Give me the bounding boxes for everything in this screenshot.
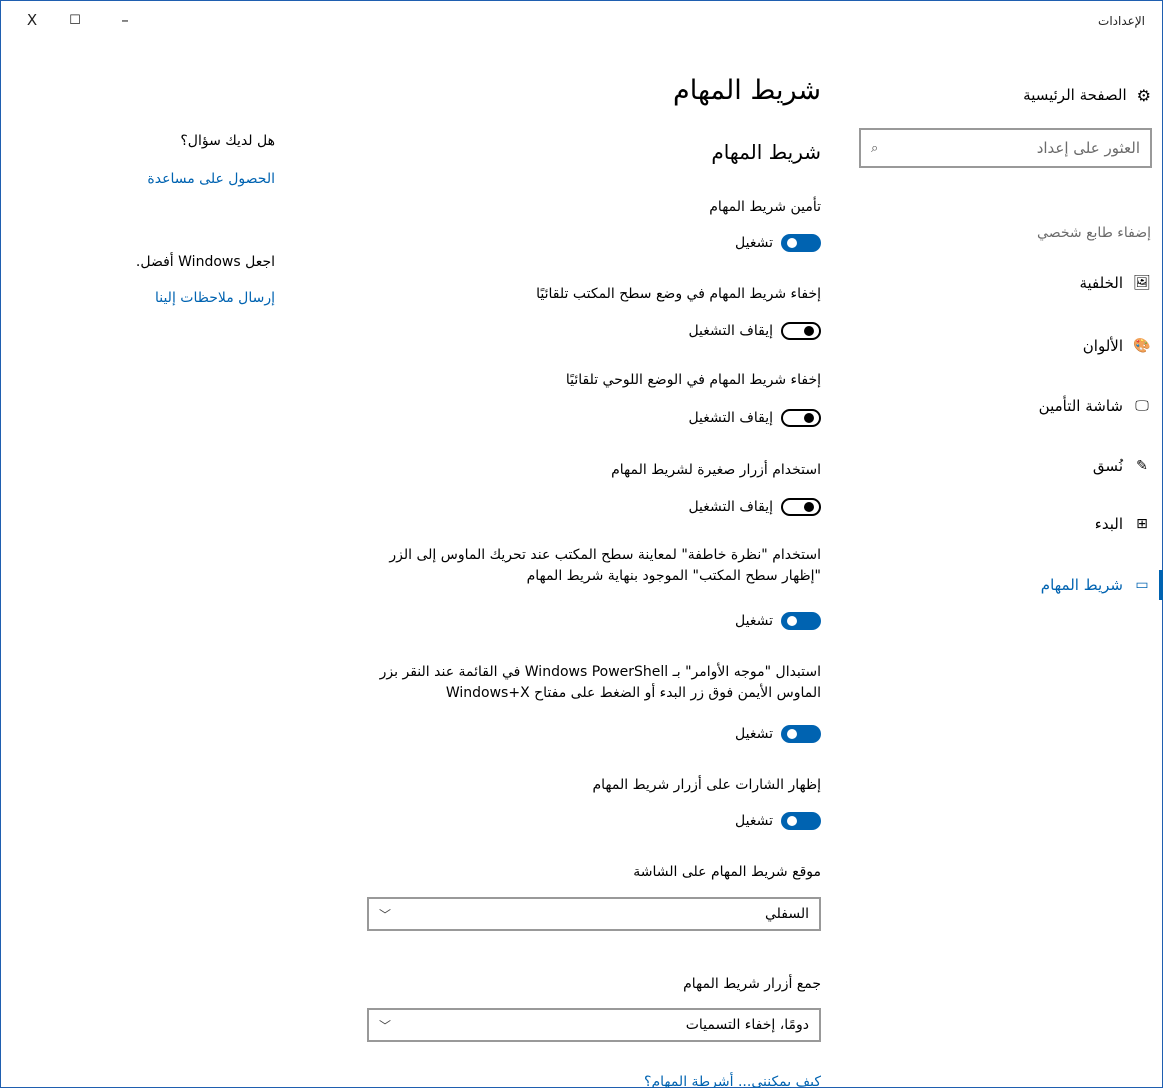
- toggle-knob: [804, 502, 814, 512]
- sidebar-item-label: الألوان: [1082, 337, 1123, 355]
- help-question: هل لديك سؤال؟: [180, 133, 275, 149]
- setting-row-powershell: تشغيل: [735, 723, 821, 745]
- toggle-state: إيقاف التشغيل: [688, 499, 773, 515]
- setting-label-badges: إظهار الشارات على أزرار شريط المهام: [592, 777, 822, 793]
- sidebar-item-lock-screen[interactable]: 🖵 شاشة التأمين: [1039, 393, 1151, 419]
- toggle-autohide-tablet[interactable]: [781, 409, 821, 427]
- toggle-knob: [804, 326, 814, 336]
- sidebar-item-taskbar[interactable]: ▭ شريط المهام: [1041, 572, 1151, 598]
- setting-row-peek: تشغيل: [735, 610, 821, 632]
- toggle-state: إيقاف التشغيل: [688, 323, 773, 339]
- toggle-lock-taskbar[interactable]: [781, 234, 821, 252]
- taskbar-location-label: موقع شريط المهام على الشاشة: [633, 864, 821, 880]
- toggle-state: تشغيل: [735, 726, 773, 742]
- setting-label-peek: استخدام "نظرة خاطفة" لمعاينة سطح المكتب …: [389, 547, 821, 584]
- sidebar-item-themes[interactable]: ✎ نُسق: [1093, 453, 1151, 479]
- window-title: الإعدادات: [1098, 14, 1145, 28]
- sidebar-item-label: شريط المهام: [1040, 576, 1123, 594]
- themes-icon: ✎: [1136, 458, 1148, 474]
- sidebar-home-label: الصفحة الرئيسية: [1023, 86, 1127, 104]
- toggle-state: تشغيل: [735, 235, 773, 251]
- setting-row-badges: تشغيل: [735, 810, 821, 832]
- taskbar-icon: ▭: [1135, 577, 1149, 593]
- toggle-state: إيقاف التشغيل: [688, 410, 773, 426]
- combine-buttons-select[interactable]: ﹀ دومًا، إخفاء التسميات: [367, 1008, 821, 1042]
- toggle-badges[interactable]: [781, 812, 821, 830]
- setting-row-small-buttons: إيقاف التشغيل: [688, 496, 821, 518]
- sidebar-item-label: شاشة التأمين: [1038, 397, 1123, 415]
- toggle-small-buttons[interactable]: [781, 498, 821, 516]
- toggle-peek[interactable]: [781, 612, 821, 630]
- toggle-powershell[interactable]: [781, 725, 821, 743]
- toggle-state: تشغيل: [735, 813, 773, 829]
- sidebar-section-heading: إضفاء طابع شخصي: [1037, 225, 1151, 241]
- image-icon: 🖼: [1133, 275, 1151, 291]
- setting-row-autohide-tablet: إيقاف التشغيل: [688, 407, 821, 429]
- palette-icon: 🎨: [1133, 338, 1151, 354]
- gear-icon: ⚙: [1136, 85, 1151, 105]
- start-icon: ⊞: [1136, 516, 1148, 532]
- maximize-button[interactable]: ☐: [63, 8, 87, 32]
- toggle-knob: [787, 729, 797, 739]
- chevron-down-icon: ﹀: [379, 907, 392, 922]
- lock-screen-icon: 🖵: [1135, 398, 1149, 414]
- bottom-help-link[interactable]: كيف يمكنني... أشرطة المهام؟: [644, 1072, 821, 1088]
- toggle-knob: [787, 816, 797, 826]
- search-placeholder: العثور على إعداد: [1036, 139, 1140, 157]
- combine-buttons-label: جمع أزرار شريط المهام: [683, 976, 821, 992]
- sidebar-item-label: الخلفية: [1079, 274, 1123, 292]
- sidebar-item-label: نُسق: [1092, 457, 1123, 475]
- setting-label-autohide-desktop: إخفاء شريط المهام في وضع سطح المكتب تلقا…: [536, 286, 821, 302]
- page-title: شريط المهام: [673, 75, 821, 106]
- get-help-link[interactable]: الحصول على مساعدة: [147, 171, 275, 187]
- minimize-button[interactable]: –: [113, 8, 137, 32]
- close-button[interactable]: X: [20, 8, 44, 32]
- toggle-knob: [787, 238, 797, 248]
- sidebar-item-background[interactable]: 🖼 الخلفية: [1079, 270, 1151, 296]
- chevron-down-icon: ﹀: [379, 1018, 392, 1033]
- select-value: دومًا، إخفاء التسميات: [685, 1017, 809, 1033]
- setting-row-lock-taskbar: تشغيل: [735, 232, 821, 254]
- sidebar-item-label: البدء: [1094, 515, 1123, 533]
- search-input[interactable]: ⌕ العثور على إعداد: [859, 128, 1152, 168]
- improve-windows-text: اجعل Windows أفضل.: [135, 254, 275, 270]
- toggle-knob: [804, 413, 814, 423]
- active-indicator: [1159, 570, 1163, 600]
- setting-label-autohide-tablet: إخفاء شريط المهام في الوضع اللوحي تلقائي…: [565, 372, 821, 388]
- setting-label-powershell: استبدال "موجه الأوامر" بـ Windows PowerS…: [379, 664, 821, 701]
- search-icon: ⌕: [871, 140, 879, 156]
- toggle-knob: [787, 616, 797, 626]
- setting-label-small-buttons: استخدام أزرار صغيرة لشريط المهام: [611, 462, 821, 478]
- setting-row-autohide-desktop: إيقاف التشغيل: [688, 320, 821, 342]
- toggle-state: تشغيل: [735, 613, 773, 629]
- sidebar-item-start[interactable]: ⊞ البدء: [1095, 511, 1151, 537]
- taskbar-location-select[interactable]: ﹀ السفلي: [367, 897, 821, 931]
- section-title: شريط المهام: [711, 140, 821, 164]
- setting-label-lock-taskbar: تأمين شريط المهام: [709, 199, 821, 215]
- toggle-autohide-desktop[interactable]: [781, 322, 821, 340]
- select-value: السفلي: [764, 906, 809, 922]
- sidebar-item-colors[interactable]: 🎨 الألوان: [1083, 333, 1151, 359]
- sidebar-home[interactable]: ⚙ الصفحة الرئيسية: [1023, 82, 1151, 108]
- feedback-link[interactable]: إرسال ملاحظات إلينا: [155, 290, 275, 306]
